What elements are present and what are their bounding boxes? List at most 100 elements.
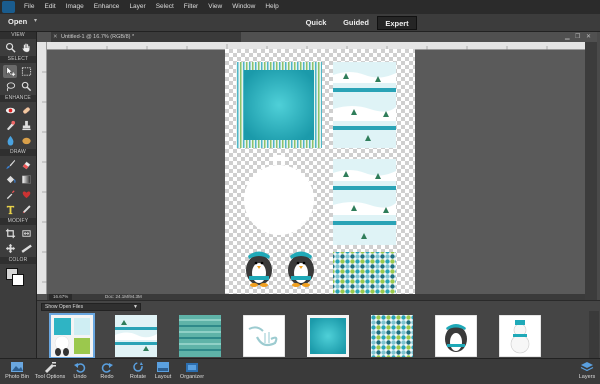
menu-image[interactable]: Image <box>61 0 89 14</box>
thumbnail-strip <box>49 313 589 359</box>
canvas[interactable] <box>225 49 415 315</box>
bottom-taskbar: Photo Bin Tool Options Undo Redo Rotate … <box>0 358 600 384</box>
penguin-stickers <box>246 251 314 287</box>
custom-shape-tool-icon[interactable] <box>19 188 33 201</box>
menu-file[interactable]: File <box>19 0 39 14</box>
layout-icon <box>157 362 169 372</box>
bin-scrollbar[interactable] <box>589 311 599 359</box>
pencil-tool-icon[interactable] <box>19 203 33 216</box>
section-select: SELECT <box>0 56 36 63</box>
undo-button[interactable]: Undo <box>70 361 90 380</box>
bin-thumbnail[interactable] <box>435 315 477 357</box>
bin-thumbnail[interactable] <box>499 315 541 357</box>
layers-button[interactable]: Layers <box>576 361 598 380</box>
redo-icon <box>101 363 113 373</box>
bin-thumbnail[interactable] <box>371 315 413 357</box>
rotate-label: Rotate <box>129 374 147 380</box>
gradient-tool-icon[interactable] <box>19 173 33 186</box>
section-enhance: ENHANCE <box>0 95 36 102</box>
straighten-tool-icon[interactable] <box>19 242 33 255</box>
spot-healing-tool-icon[interactable] <box>19 104 33 117</box>
show-open-files-select[interactable]: Show Open Files ▼ <box>41 303 141 311</box>
redo-button[interactable]: Redo <box>97 361 117 380</box>
rotate-button[interactable]: Rotate <box>124 361 152 380</box>
organizer-label: Organizer <box>179 374 205 380</box>
bin-thumbnail[interactable] <box>307 315 349 357</box>
eraser-tool-icon[interactable] <box>19 158 33 171</box>
menu-enhance[interactable]: Enhance <box>89 0 125 14</box>
menu-help[interactable]: Help <box>260 0 283 14</box>
bin-thumbnail[interactable] <box>115 315 157 357</box>
ornament-shape <box>244 155 314 235</box>
photo-bin: Show Open Files ▼ <box>37 300 600 359</box>
clone-stamp-tool-icon[interactable] <box>19 119 33 132</box>
photo-bin-icon <box>11 362 23 372</box>
document-tab[interactable]: ✕ Untitled-1 @ 16.7% (RGB/8) * <box>51 32 241 42</box>
tool-options-button[interactable]: Tool Options <box>34 361 66 380</box>
move-tool-icon[interactable] <box>3 65 17 78</box>
canvas-artwork <box>236 62 396 315</box>
section-color: COLOR <box>0 257 36 264</box>
layout-button[interactable]: Layout <box>152 361 174 380</box>
undo-label: Undo <box>73 374 87 380</box>
lasso-tool-icon[interactable] <box>3 80 17 93</box>
blur-tool-icon[interactable] <box>3 134 17 147</box>
menu-edit[interactable]: Edit <box>39 0 60 14</box>
background-color-swatch[interactable] <box>12 274 24 286</box>
menu-select[interactable]: Select <box>151 0 179 14</box>
mode-bar: Open ▾ Quick Guided Expert <box>0 14 600 32</box>
organizer-button[interactable]: Organizer <box>178 361 206 380</box>
quick-selection-tool-icon[interactable] <box>19 80 33 93</box>
photo-bin-button[interactable]: Photo Bin <box>2 361 32 380</box>
open-dropdown-icon[interactable]: ▾ <box>34 17 37 24</box>
hand-tool-icon[interactable] <box>19 41 33 54</box>
polka-dot-paper <box>333 252 396 315</box>
pasteboard[interactable] <box>47 49 585 315</box>
color-swatches <box>0 264 36 290</box>
close-window-icon[interactable]: ✕ <box>586 33 591 40</box>
chevron-down-icon: ▼ <box>133 304 138 310</box>
paint-bucket-tool-icon[interactable] <box>3 173 17 186</box>
restore-window-icon[interactable]: ❐ <box>575 33 580 40</box>
menu-bar: File Edit Image Enhance Layer Select Fil… <box>0 0 600 14</box>
menu-window[interactable]: Window <box>227 0 260 14</box>
open-button[interactable]: Open <box>8 17 27 26</box>
framed-paper-artwork <box>236 62 322 148</box>
layers-icon <box>580 362 594 372</box>
show-open-files-label: Show Open Files <box>45 304 84 310</box>
sponge-tool-icon[interactable] <box>19 134 33 147</box>
tool-options-icon <box>45 362 56 373</box>
brush-tool-icon[interactable] <box>3 158 17 171</box>
smart-brush-tool-icon[interactable] <box>3 119 17 132</box>
bin-thumbnail[interactable] <box>243 315 285 357</box>
photo-bin-label: Photo Bin <box>5 374 29 380</box>
app-logo-icon <box>2 1 15 13</box>
section-view: VIEW <box>0 32 36 39</box>
tab-guided[interactable]: Guided <box>338 16 374 30</box>
crop-tool-icon[interactable] <box>3 227 17 240</box>
section-modify: MODIFY <box>0 218 36 225</box>
bin-thumbnail[interactable] <box>179 315 221 357</box>
color-picker-tool-icon[interactable] <box>3 188 17 201</box>
minimize-window-icon[interactable]: ▁ <box>565 33 570 40</box>
layers-label: Layers <box>578 374 596 380</box>
marquee-tool-icon[interactable] <box>19 65 33 78</box>
content-aware-move-tool-icon[interactable] <box>3 242 17 255</box>
zoom-tool-icon[interactable] <box>3 41 17 54</box>
menu-filter[interactable]: Filter <box>179 0 203 14</box>
menu-view[interactable]: View <box>203 0 227 14</box>
tab-quick[interactable]: Quick <box>298 16 334 30</box>
bin-thumbnail[interactable] <box>49 313 95 359</box>
recompose-tool-icon[interactable] <box>19 227 33 240</box>
red-eye-tool-icon[interactable] <box>3 104 17 117</box>
tab-expert[interactable]: Expert <box>377 16 417 30</box>
editor-window: File Edit Image Enhance Layer Select Fil… <box>0 0 600 384</box>
menu-layer[interactable]: Layer <box>124 0 150 14</box>
document-title: Untitled-1 @ 16.7% (RGB/8) * <box>61 34 135 40</box>
vertical-scrollbar[interactable] <box>585 42 597 300</box>
layout-label: Layout <box>154 374 172 380</box>
rotate-icon <box>133 362 143 372</box>
tool-options-label: Tool Options <box>34 374 66 380</box>
close-document-icon[interactable]: ✕ <box>53 32 58 42</box>
type-tool-icon[interactable] <box>3 203 17 216</box>
